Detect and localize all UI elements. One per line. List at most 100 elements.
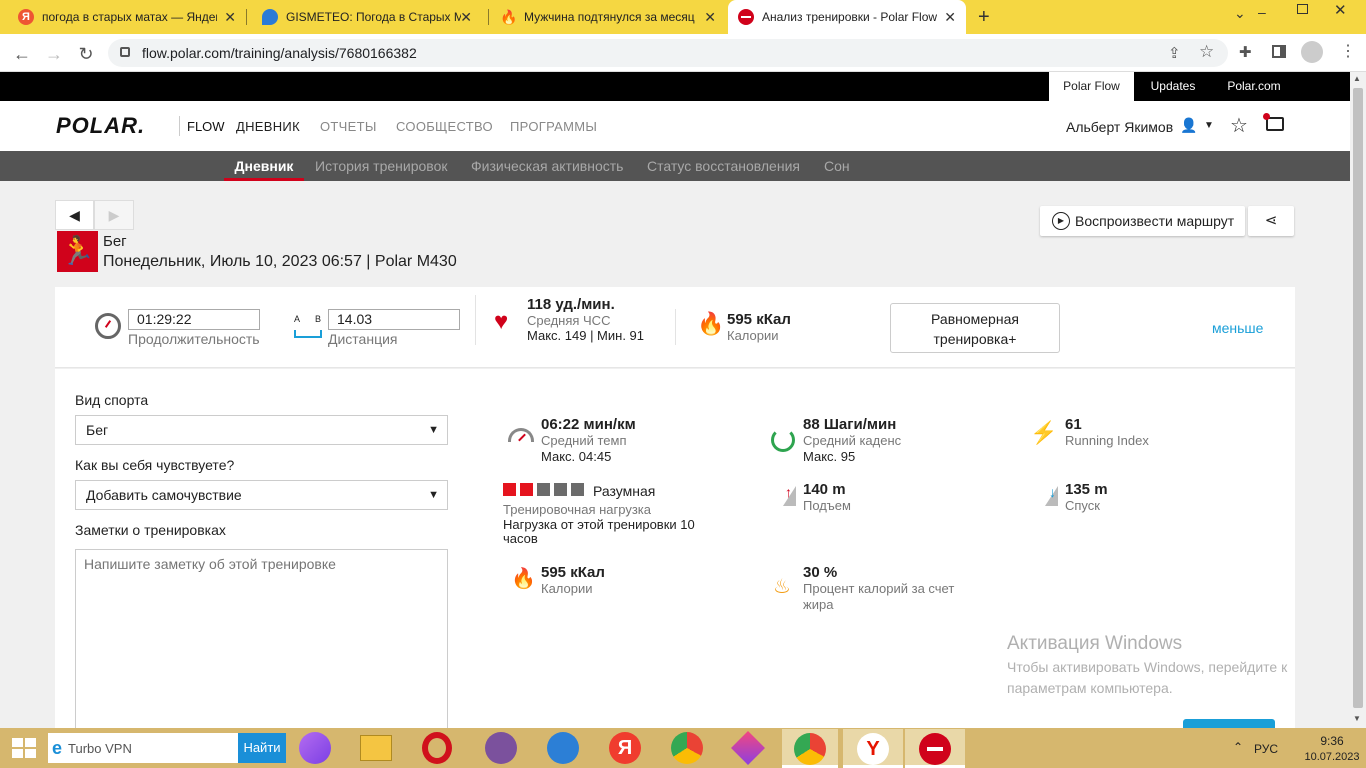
scroll-down-icon[interactable]: ▼ (1353, 714, 1361, 723)
close-window-button[interactable]: ✕ (1334, 1, 1347, 19)
side-panel-icon[interactable] (1272, 45, 1286, 58)
close-icon[interactable]: ✕ (704, 9, 716, 26)
load-meter-square (554, 483, 567, 496)
file-explorer-icon[interactable] (360, 735, 392, 761)
subnav-activity[interactable]: Физическая активность (471, 151, 623, 181)
polar-task[interactable] (905, 729, 965, 768)
scrollbar-thumb[interactable] (1353, 88, 1363, 708)
ie-icon: e (52, 737, 63, 758)
polar-icon (738, 9, 754, 25)
subnav-sleep[interactable]: Сон (824, 151, 850, 181)
prev-session-button[interactable]: ◀ (55, 200, 94, 230)
language-indicator[interactable]: РУС (1254, 742, 1278, 756)
restore-button[interactable] (1297, 4, 1308, 14)
subnav-diary[interactable]: Дневник (224, 151, 304, 181)
partial-button[interactable] (1183, 719, 1275, 728)
tab-title: погода в старых матах — Яндекс (42, 10, 217, 24)
pace-metric: 06:22 мин/км Средний темп Макс. 04:45 (541, 416, 636, 465)
forward-icon[interactable]: → (44, 44, 64, 65)
minimize-button[interactable]: – (1258, 4, 1266, 20)
clock-time[interactable]: 9:36 (1308, 734, 1356, 748)
yandex-browser-task[interactable]: Y (843, 729, 903, 768)
user-name[interactable]: Альберт Якимов (1066, 119, 1173, 135)
opera-icon[interactable] (422, 732, 452, 764)
distance-input[interactable]: 14.03 (328, 309, 460, 330)
cadence-label: Средний каденс (803, 433, 902, 448)
link-updates[interactable]: Updates (1136, 72, 1210, 101)
play-icon: ▶ (1052, 212, 1070, 230)
feeling-select-value: Добавить самочувствие (86, 487, 242, 503)
load-meter-square (571, 483, 584, 496)
taskbar-search-button[interactable]: Найти (238, 733, 286, 763)
bookmark-star-icon[interactable]: ☆ (1199, 42, 1214, 62)
notes-textarea[interactable] (75, 549, 448, 739)
chrome-icon[interactable] (671, 732, 703, 764)
alice-icon[interactable] (299, 732, 331, 764)
share-page-icon[interactable]: ⇪ (1168, 44, 1181, 62)
yandex-app-icon[interactable]: Я (609, 732, 641, 764)
tray-chevron-icon[interactable]: ⌃ (1233, 740, 1243, 754)
duration-label: Продолжительность (128, 331, 260, 347)
duration-input[interactable]: 01:29:22 (128, 309, 260, 330)
hr-maxmin: Макс. 149 | Мин. 91 (527, 328, 645, 343)
profile-avatar[interactable] (1301, 41, 1323, 63)
cadence-icon (771, 428, 795, 452)
sync-icon[interactable] (1263, 113, 1284, 131)
feeling-select[interactable]: Добавить самочувствие ▼ (75, 480, 448, 510)
user-icon[interactable]: 👤 (1180, 117, 1197, 134)
calories-detail-value: 595 кКал (541, 564, 605, 581)
fat-value: 30 % (803, 564, 838, 581)
nav-reports[interactable]: ОТЧЕТЫ (320, 119, 377, 134)
clock-date[interactable]: 10.07.2023 (1302, 751, 1362, 763)
less-link[interactable]: меньше (1212, 320, 1263, 336)
extensions-icon[interactable]: ✚ (1239, 43, 1252, 61)
pace-value: 06:22 мин/км (541, 416, 636, 433)
url-input[interactable]: flow.polar.com/training/analysis/7680166… (108, 39, 1228, 67)
taskbar-search-input[interactable]: e Turbo VPN (48, 733, 238, 763)
play-route-label: Воспроизвести маршрут (1075, 213, 1235, 229)
tab-polar-flow[interactable]: Анализ тренировки - Polar Flow ✕ (728, 0, 966, 34)
chevron-down-icon[interactable]: ▼ (1204, 120, 1214, 131)
load-meter-square (503, 483, 516, 496)
load-level: Разумная (593, 483, 656, 499)
scroll-up-icon[interactable]: ▲ (1353, 74, 1361, 83)
menu-icon[interactable]: ⋮ (1340, 41, 1356, 61)
running-index-label: Running Index (1065, 433, 1149, 448)
nav-diary[interactable]: ДНЕВНИК (236, 119, 300, 134)
close-icon[interactable]: ✕ (460, 9, 472, 26)
nav-community[interactable]: СООБЩЕСТВО (396, 119, 493, 134)
calories-metric: 595 кКал Калории (541, 564, 605, 597)
polar-logo[interactable]: POLAR. (56, 113, 145, 139)
next-session-button[interactable]: ▶ (94, 200, 134, 230)
tab-yandex[interactable]: Я погода в старых матах — Яндекс ✕ (8, 0, 246, 34)
training-benefit-button[interactable]: Равномерная тренировка+ (890, 303, 1060, 353)
share-icon[interactable]: ⋖ (1248, 206, 1294, 236)
tab-gismeteo[interactable]: GISMETEO: Погода в Старых Матах ✕ (252, 0, 482, 34)
sport-select[interactable]: Бег ▼ (75, 415, 448, 445)
descent-label: Спуск (1065, 498, 1100, 513)
windows-start-icon[interactable] (12, 738, 36, 758)
close-icon[interactable]: ✕ (224, 9, 236, 26)
running-index-icon: ⚡ (1030, 420, 1058, 445)
activation-title: Активация Windows (1007, 633, 1183, 654)
nav-programs[interactable]: ПРОГРАММЫ (510, 119, 597, 134)
reload-icon[interactable]: ↻ (76, 44, 96, 65)
back-icon[interactable]: ← (12, 44, 32, 65)
tab-article[interactable]: 🔥 Мужчина подтянулся за месяц ✕ (490, 0, 726, 34)
play-route-button[interactable]: ▶ Воспроизвести маршрут (1040, 206, 1245, 236)
ascent-arrow-icon: ↑ (785, 484, 792, 500)
favorites-star-icon[interactable]: ☆ (1230, 113, 1248, 138)
link-polar-flow[interactable]: Polar Flow (1049, 72, 1134, 101)
globe-icon[interactable] (547, 732, 579, 764)
viber-icon[interactable] (485, 732, 517, 764)
running-index-metric: 61 Running Index (1065, 416, 1149, 449)
subnav-history[interactable]: История тренировок (315, 151, 447, 181)
new-tab-button[interactable]: + (978, 6, 990, 29)
close-icon[interactable]: ✕ (944, 9, 956, 26)
subnav-recovery[interactable]: Статус восстановления (647, 151, 800, 181)
lock-icon[interactable] (120, 47, 130, 57)
gismeteo-icon (262, 9, 278, 25)
link-polar-com[interactable]: Polar.com (1214, 72, 1294, 101)
tab-search-icon[interactable]: ⌄ (1234, 5, 1246, 22)
chrome-active-task[interactable] (782, 729, 838, 768)
